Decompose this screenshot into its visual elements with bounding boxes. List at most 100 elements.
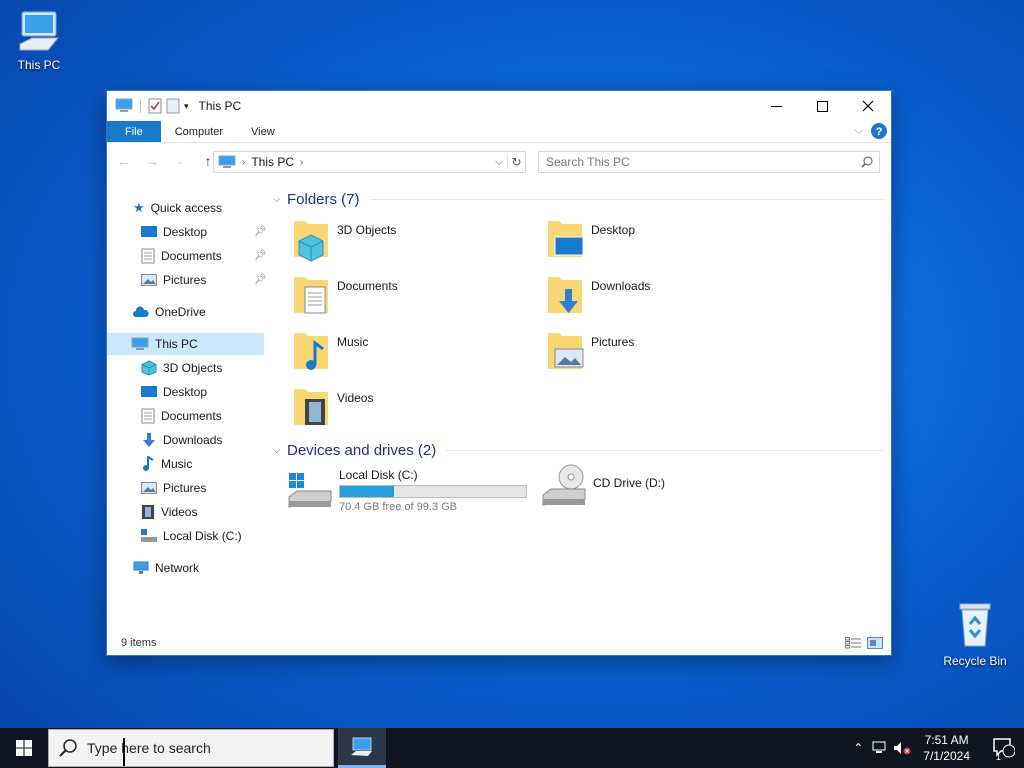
- nav-downloads[interactable]: Downloads: [141, 429, 222, 451]
- cube-icon: [141, 360, 157, 376]
- system-tray: ⌃ 7:51 AM 7/1/2024 1: [847, 728, 1024, 768]
- close-button[interactable]: [845, 91, 891, 121]
- forward-button[interactable]: →: [141, 153, 163, 169]
- taskbar-search-box[interactable]: Type here to search: [48, 729, 334, 767]
- volume-muted-icon[interactable]: [891, 741, 913, 755]
- cloud-icon: [133, 306, 149, 317]
- tab-file[interactable]: File: [107, 121, 161, 142]
- view-switcher: [845, 637, 883, 649]
- chevron-up-icon[interactable]: ⌃: [847, 741, 869, 755]
- chevron-down-icon[interactable]: ⌵: [273, 445, 287, 456]
- pictures-icon: [141, 274, 157, 286]
- folders-group-header[interactable]: ⌵ Folders (7): [273, 191, 885, 208]
- chevron-right-icon[interactable]: ›: [242, 157, 245, 168]
- status-item-count: 9 items: [121, 637, 157, 649]
- search-icon: [861, 156, 873, 168]
- back-button[interactable]: ←: [113, 153, 135, 169]
- content-pane: ⌵ Folders (7) 3D Objects Desktop Documen…: [271, 187, 889, 627]
- folder-downloads-icon: [548, 277, 582, 313]
- network-icon[interactable]: [869, 741, 891, 755]
- clock[interactable]: 7:51 AM 7/1/2024: [923, 732, 970, 764]
- folder-label: 3D Objects: [337, 223, 397, 237]
- pin-icon[interactable]: 📌︎: [254, 250, 267, 261]
- minimize-button[interactable]: [753, 91, 799, 121]
- drive-cd-d[interactable]: CD Drive (D:): [541, 461, 665, 511]
- nav-label: Videos: [161, 505, 198, 519]
- nav-onedrive[interactable]: OneDrive: [133, 301, 206, 323]
- folder-videos[interactable]: Videos: [291, 383, 531, 433]
- nav-documents[interactable]: Documents: [141, 405, 222, 427]
- drive-label: CD Drive (D:): [593, 476, 665, 490]
- nav-music[interactable]: Music: [141, 453, 192, 475]
- desktop-icon-this-pc[interactable]: This PC: [1, 8, 77, 72]
- nav-quick-access[interactable]: ★ Quick access: [133, 197, 222, 219]
- nav-local-disk[interactable]: Local Disk (C:): [141, 525, 242, 547]
- search-input[interactable]: Search This PC: [546, 155, 630, 169]
- nav-label: Downloads: [163, 433, 223, 447]
- properties-icon[interactable]: [148, 98, 162, 114]
- drive-local-disk-c[interactable]: Local Disk (C:) 70.4 GB free of 99.3 GB: [287, 465, 527, 515]
- help-icon[interactable]: ?: [871, 123, 887, 139]
- nav-this-pc[interactable]: This PC: [107, 333, 264, 355]
- chevron-down-icon[interactable]: ⌵: [273, 194, 287, 205]
- nav-desktop[interactable]: Desktop: [141, 381, 207, 403]
- folder-documents[interactable]: Documents: [291, 271, 531, 321]
- address-dropdown-icon[interactable]: ⌵: [491, 157, 507, 168]
- address-bar[interactable]: › This PC › ⌵ ↻: [213, 151, 526, 173]
- customize-toolbar-icon[interactable]: ▾: [184, 101, 189, 112]
- nav-label: Desktop: [163, 385, 208, 399]
- folder-label: Documents: [337, 279, 398, 293]
- pin-icon[interactable]: 📌︎: [254, 274, 267, 285]
- nav-label: Documents: [161, 249, 222, 263]
- taskbar-search-input[interactable]: Type here to search: [87, 740, 211, 756]
- nav-pictures[interactable]: Pictures: [141, 477, 206, 499]
- desktop-icon-recycle-bin[interactable]: Recycle Bin: [937, 600, 1013, 668]
- maximize-button[interactable]: [799, 91, 845, 121]
- devices-group-header[interactable]: ⌵ Devices and drives (2): [273, 442, 885, 459]
- nav-label: This PC: [155, 337, 198, 351]
- expand-ribbon-icon[interactable]: ⌵: [855, 125, 863, 138]
- title-bar[interactable]: ▾ This PC: [107, 91, 891, 121]
- nav-videos[interactable]: Videos: [141, 501, 197, 523]
- breadcrumb[interactable]: This PC: [251, 155, 294, 169]
- new-folder-icon[interactable]: [166, 98, 180, 114]
- star-icon: ★: [133, 200, 145, 215]
- folder-pictures-icon: [548, 333, 584, 369]
- navigation-pane: ★ Quick access Desktop 📌︎ Documents 📌︎ P…: [107, 191, 267, 631]
- nav-label: OneDrive: [155, 305, 206, 319]
- nav-3d-objects[interactable]: 3D Objects: [141, 357, 222, 379]
- documents-icon: [141, 248, 155, 264]
- start-button[interactable]: [0, 728, 48, 768]
- folder-downloads[interactable]: Downloads: [545, 271, 785, 321]
- nav-quick-pictures[interactable]: Pictures 📌︎: [141, 269, 267, 291]
- taskbar-app-file-explorer[interactable]: [338, 728, 386, 768]
- chevron-right-icon[interactable]: ›: [300, 157, 303, 168]
- tab-computer[interactable]: Computer: [161, 121, 237, 142]
- nav-label: Quick access: [150, 201, 223, 215]
- nav-quick-desktop[interactable]: Desktop 📌︎: [141, 221, 267, 243]
- folder-videos-icon: [294, 389, 328, 425]
- notification-center-button[interactable]: 1: [984, 738, 1024, 762]
- refresh-icon[interactable]: ↻: [507, 155, 525, 169]
- folder-3d-objects[interactable]: 3D Objects: [291, 215, 531, 265]
- tiles-view-icon[interactable]: [867, 637, 883, 649]
- folder-music[interactable]: Music: [291, 327, 531, 377]
- details-view-icon[interactable]: [845, 637, 861, 649]
- taskbar: Type here to search ⌃ 7:51 AM 7/1/2024 1: [0, 728, 1024, 768]
- nav-network[interactable]: Network: [133, 557, 199, 579]
- search-box[interactable]: Search This PC: [538, 151, 880, 173]
- nav-quick-documents[interactable]: Documents 📌︎: [141, 245, 267, 267]
- recycle-bin-icon: [959, 603, 991, 647]
- divider: [446, 450, 885, 451]
- file-explorer-window: ▾ This PC File Computer View ⌵ ? ← → ⌄ ↑…: [106, 90, 892, 656]
- recent-locations-button[interactable]: ⌄: [169, 157, 191, 166]
- search-icon: [59, 739, 77, 757]
- pin-icon[interactable]: 📌︎: [254, 226, 267, 237]
- clock-time: 7:51 AM: [924, 733, 969, 747]
- folder-desktop[interactable]: Desktop: [545, 215, 785, 265]
- folder-pictures[interactable]: Pictures: [545, 327, 785, 377]
- tab-view[interactable]: View: [237, 121, 289, 142]
- svg-text:?: ?: [876, 126, 883, 138]
- computer-icon: [351, 737, 372, 756]
- drive-icon: [141, 529, 157, 542]
